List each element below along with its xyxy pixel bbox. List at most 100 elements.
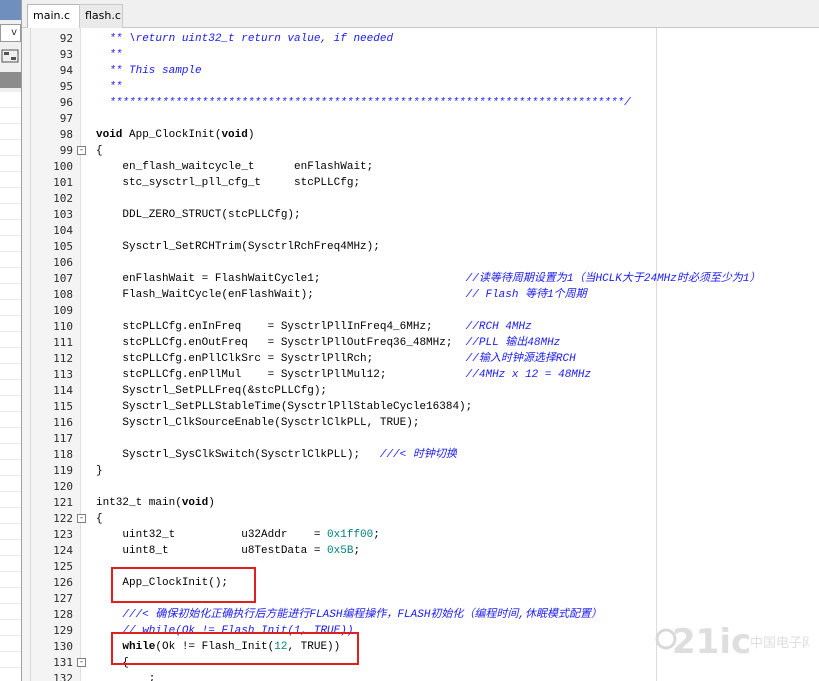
line-number: 110 bbox=[53, 320, 73, 333]
line-number: 131 bbox=[53, 656, 73, 669]
code-line[interactable]: 113 stcPLLCfg.enPllMul = SysctrlPllMul12… bbox=[22, 367, 819, 383]
code-token: ; bbox=[353, 545, 361, 557]
code-line[interactable]: 121 int32_t main(void) bbox=[22, 495, 819, 511]
code-token: { bbox=[96, 513, 103, 525]
code-line[interactable]: 97 bbox=[22, 111, 819, 127]
code-line[interactable]: 114 Sysctrl_SetPLLFreq(&stcPLLCfg); bbox=[22, 383, 819, 399]
left-panel-dropdown[interactable]: v bbox=[0, 24, 21, 42]
line-number: 100 bbox=[53, 160, 73, 173]
code-line[interactable]: 96 *************************************… bbox=[22, 95, 819, 111]
code-text: { bbox=[96, 511, 103, 527]
line-number: 129 bbox=[53, 624, 73, 637]
code-line[interactable]: 92 ** \return uint32_t return value, if … bbox=[22, 31, 819, 47]
code-line[interactable]: 109 bbox=[22, 303, 819, 319]
code-line[interactable]: 124 uint8_t u8TestData = 0x5B; bbox=[22, 543, 819, 559]
line-number: 126 bbox=[53, 576, 73, 589]
fold-toggle-icon[interactable]: - bbox=[77, 514, 86, 523]
code-line[interactable]: 108 Flash_WaitCycle(enFlashWait); // Fla… bbox=[22, 287, 819, 303]
line-number: 128 bbox=[53, 608, 73, 621]
code-line[interactable]: 104 bbox=[22, 223, 819, 239]
code-token: stcPLLCfg.enInFreq = SysctrlPllInFreq4_6… bbox=[96, 321, 466, 333]
code-comment: ** bbox=[96, 49, 123, 61]
line-number: 92 bbox=[59, 32, 73, 45]
code-line[interactable]: 99- { bbox=[22, 143, 819, 159]
config-icon[interactable] bbox=[1, 48, 19, 64]
watermark-cn-text: 中国电子网 bbox=[750, 636, 809, 651]
tab-main-c[interactable]: main.c * bbox=[27, 4, 80, 44]
code-comment: ****************************************… bbox=[96, 97, 631, 109]
code-line[interactable]: 107 enFlashWait = FlashWaitCycle1; //读等待… bbox=[22, 271, 819, 287]
line-number: 118 bbox=[53, 448, 73, 461]
code-editor[interactable]: 92 ** \return uint32_t return value, if … bbox=[22, 28, 819, 681]
line-number: 104 bbox=[53, 224, 73, 237]
line-number: 106 bbox=[53, 256, 73, 269]
code-line[interactable]: 111 stcPLLCfg.enOutFreq = SysctrlPllOutF… bbox=[22, 335, 819, 351]
code-comment: //输入时钟源选择RCH bbox=[465, 353, 576, 365]
code-text: uint32_t u32Addr = 0x1ff00; bbox=[96, 527, 379, 543]
code-line[interactable]: 117 bbox=[22, 431, 819, 447]
line-number: 95 bbox=[59, 80, 73, 93]
fold-toggle-icon[interactable]: - bbox=[77, 658, 86, 667]
line-number: 97 bbox=[59, 112, 73, 125]
code-line[interactable]: 110 stcPLLCfg.enInFreq = SysctrlPllInFre… bbox=[22, 319, 819, 335]
code-text: Sysctrl_ClkSourceEnable(SysctrlClkPLL, T… bbox=[96, 415, 419, 431]
line-number: 123 bbox=[53, 528, 73, 541]
code-text: ** bbox=[96, 47, 122, 63]
line-number: 114 bbox=[53, 384, 73, 397]
code-token: uint8_t u8TestData = bbox=[96, 545, 328, 557]
code-token: App_ClockInit( bbox=[122, 129, 222, 141]
code-line[interactable]: 102 bbox=[22, 191, 819, 207]
code-line[interactable]: 112 stcPLLCfg.enPllClkSrc = SysctrlPllRc… bbox=[22, 351, 819, 367]
code-line[interactable]: 120 bbox=[22, 479, 819, 495]
code-text: ** \return uint32_t return value, if nee… bbox=[96, 31, 393, 47]
code-text: ** bbox=[96, 79, 122, 95]
code-line[interactable]: 98 void App_ClockInit(void) bbox=[22, 127, 819, 143]
code-line[interactable]: 105 Sysctrl_SetRCHTrim(SysctrlRchFreq4MH… bbox=[22, 239, 819, 255]
code-line[interactable]: 132 ; bbox=[22, 671, 819, 681]
code-line[interactable]: 94 ** This sample bbox=[22, 63, 819, 79]
code-token: } bbox=[96, 465, 103, 477]
editor-tab-bar: main.c * flash.c bbox=[22, 0, 819, 44]
code-line[interactable]: 100 en_flash_waitcycle_t enFlashWait; bbox=[22, 159, 819, 175]
fold-toggle-icon[interactable]: - bbox=[77, 146, 86, 155]
code-line[interactable]: 122- { bbox=[22, 511, 819, 527]
left-panel-selected-row[interactable] bbox=[0, 72, 21, 88]
line-number: 108 bbox=[53, 288, 73, 301]
code-token: ) bbox=[247, 129, 255, 141]
code-text: Sysctrl_SetPLLFreq(&stcPLLCfg); bbox=[96, 383, 327, 399]
code-line[interactable]: 115 Sysctrl_SetPLLStableTime(SysctrlPllS… bbox=[22, 399, 819, 415]
left-panel-list bbox=[0, 92, 21, 681]
code-line[interactable]: 93 ** bbox=[22, 47, 819, 63]
code-token: en_flash_waitcycle_t enFlashWait; bbox=[96, 161, 374, 173]
code-token: ; bbox=[96, 673, 156, 681]
code-keyword: void bbox=[221, 129, 248, 141]
code-token: Sysctrl_SetPLLFreq(&stcPLLCfg); bbox=[96, 385, 328, 397]
code-text: void App_ClockInit(void) bbox=[96, 127, 254, 143]
code-line[interactable]: 103 DDL_ZERO_STRUCT(stcPLLCfg); bbox=[22, 207, 819, 223]
code-token: enFlashWait = FlashWaitCycle1; bbox=[96, 273, 466, 285]
code-text: stcPLLCfg.enPllClkSrc = SysctrlPllRch; /… bbox=[96, 351, 576, 367]
code-token: stc_sysctrl_pll_cfg_t stcPLLCfg; bbox=[96, 177, 361, 189]
line-number: 102 bbox=[53, 192, 73, 205]
code-line[interactable]: 106 bbox=[22, 255, 819, 271]
tab-flash-c[interactable]: flash.c bbox=[79, 4, 123, 28]
code-line[interactable]: 118 Sysctrl_SysClkSwitch(SysctrlClkPLL);… bbox=[22, 447, 819, 463]
code-line[interactable]: 116 Sysctrl_ClkSourceEnable(SysctrlClkPL… bbox=[22, 415, 819, 431]
line-number: 115 bbox=[53, 400, 73, 413]
code-token: Sysctrl_SysClkSwitch(SysctrlClkPLL); bbox=[96, 449, 380, 461]
line-number: 93 bbox=[59, 48, 73, 61]
code-line[interactable]: 95 ** bbox=[22, 79, 819, 95]
code-line[interactable]: 119} bbox=[22, 463, 819, 479]
line-number: 120 bbox=[53, 480, 73, 493]
code-token: stcPLLCfg.enOutFreq = SysctrlPllOutFreq3… bbox=[96, 337, 466, 349]
code-line[interactable]: 123 uint32_t u32Addr = 0x1ff00; bbox=[22, 527, 819, 543]
code-token: { bbox=[96, 145, 103, 157]
code-text: { bbox=[96, 143, 103, 159]
code-token: DDL_ZERO_STRUCT(stcPLLCfg); bbox=[96, 209, 301, 221]
code-text: DDL_ZERO_STRUCT(stcPLLCfg); bbox=[96, 207, 301, 223]
left-panel-header bbox=[0, 0, 21, 20]
highlight-box-clockinit bbox=[111, 567, 256, 603]
code-text: } bbox=[96, 463, 103, 479]
code-line[interactable]: 101 stc_sysctrl_pll_cfg_t stcPLLCfg; bbox=[22, 175, 819, 191]
code-comment: ** \return uint32_t return value, if nee… bbox=[96, 33, 394, 45]
